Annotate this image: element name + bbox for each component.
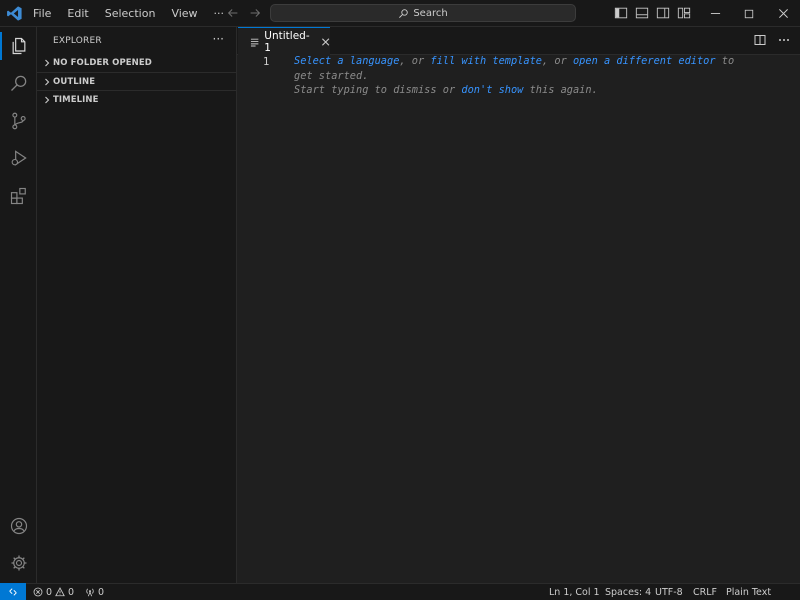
error-count: 0 [46, 586, 53, 598]
empty-editor-hint: Select a language, or fill with template… [294, 54, 764, 98]
remote-icon [9, 587, 17, 596]
error-icon [33, 587, 43, 597]
ports-count: 0 [98, 586, 105, 598]
section-label: TIMELINE [53, 94, 99, 105]
section-timeline[interactable]: TIMELINE [37, 90, 236, 108]
chevron-right-icon [45, 59, 50, 67]
source-control-icon [11, 112, 26, 130]
indentation-text: Spaces: 4 [605, 586, 652, 598]
window-controls [698, 0, 800, 27]
menu-view[interactable]: View [163, 0, 205, 27]
fill-with-template-link[interactable]: fill with template [430, 55, 542, 67]
section-label: OUTLINE [53, 76, 96, 87]
navigation-arrows [226, 6, 262, 20]
eol-text: CRLF [693, 586, 717, 598]
activity-bar [0, 27, 37, 583]
encoding-text: UTF-8 [655, 586, 683, 598]
chevron-right-icon [45, 96, 50, 103]
minimize-icon [710, 13, 720, 14]
maximize-button[interactable] [732, 0, 766, 27]
close-button[interactable] [766, 0, 800, 27]
split-editor-icon[interactable] [754, 34, 766, 46]
vscode-logo-icon[interactable] [6, 5, 23, 22]
language-mode-text: Plain Text [726, 586, 772, 598]
toggle-secondary-sidebar-icon[interactable] [656, 6, 670, 20]
hint-text: this again. [523, 84, 598, 96]
language-mode-status[interactable]: Plain Text [726, 584, 771, 600]
editor-area: Untitled-1 1 Select a language, or fill … [237, 27, 800, 583]
encoding-status[interactable]: UTF-8 [655, 584, 683, 600]
activity-search[interactable] [0, 65, 37, 101]
editor-tabs: Untitled-1 [237, 27, 800, 55]
hint-text: to [715, 55, 735, 67]
line-number: 1 [263, 56, 270, 68]
title-bar: File Edit Selection View ··· Search [0, 0, 800, 27]
indentation-status[interactable]: Spaces: 4 [605, 584, 651, 600]
editor-actions [754, 34, 790, 46]
close-icon[interactable] [321, 37, 330, 47]
activity-run-debug[interactable] [0, 140, 37, 176]
activity-source-control[interactable] [0, 103, 37, 139]
ports-status[interactable]: 0 [85, 584, 104, 600]
hint-text: , or [399, 55, 431, 67]
vscode-window: File Edit Selection View ··· Search EXPL… [0, 0, 800, 600]
back-arrow-icon[interactable] [226, 6, 240, 20]
problems-status[interactable]: 0 0 [33, 584, 74, 600]
minimize-button[interactable] [698, 0, 732, 27]
layout-controls [614, 6, 691, 20]
cursor-position-text: Ln 1, Col 1 [549, 586, 600, 598]
run-debug-icon [11, 150, 27, 166]
files-icon [12, 37, 25, 55]
menu-file[interactable]: File [33, 0, 59, 27]
warning-icon [55, 587, 65, 597]
cursor-position[interactable]: Ln 1, Col 1 [549, 584, 600, 600]
hint-text: Start typing to dismiss or [294, 84, 462, 96]
gear-icon [11, 555, 26, 571]
activity-accounts[interactable] [0, 508, 37, 544]
account-icon [10, 517, 27, 535]
plain-text-file-icon [250, 38, 259, 46]
status-bar: 0 0 0 Ln 1, Col 1 Spaces: 4 UTF-8 CRLF P… [0, 583, 800, 600]
chevron-right-icon [45, 78, 50, 85]
extensions-icon [10, 187, 26, 205]
search-label: Search [413, 7, 448, 19]
menu-selection[interactable]: Selection [97, 0, 164, 27]
search-icon [10, 75, 26, 91]
customize-layout-icon[interactable] [677, 6, 691, 20]
activity-explorer[interactable] [0, 28, 37, 64]
forward-arrow-icon[interactable] [248, 6, 262, 20]
toggle-panel-icon[interactable] [635, 6, 649, 20]
section-no-folder-opened[interactable]: NO FOLDER OPENED [37, 54, 236, 72]
hint-text: , or [541, 55, 573, 67]
sidebar-title: EXPLORER [53, 36, 102, 46]
explorer-sidebar: EXPLORER ··· NO FOLDER OPENED OUTLINE TI… [37, 27, 237, 583]
eol-status[interactable]: CRLF [693, 584, 717, 600]
more-actions-icon[interactable] [778, 34, 790, 46]
menu-bar: File Edit Selection View ··· [33, 0, 232, 27]
section-label: NO FOLDER OPENED [53, 58, 152, 68]
warning-count: 0 [68, 586, 75, 598]
tab-label: Untitled-1 [264, 29, 310, 54]
activity-manage[interactable] [0, 545, 37, 581]
broadcast-icon [86, 588, 94, 597]
open-different-editor-link[interactable]: open a different editor [573, 55, 716, 67]
maximize-icon [744, 9, 754, 18]
section-outline[interactable]: OUTLINE [37, 72, 236, 90]
menu-edit[interactable]: Edit [59, 0, 96, 27]
select-language-link[interactable]: Select a language [294, 55, 399, 67]
dont-show-again-link[interactable]: don't show [461, 84, 523, 96]
sidebar-more-actions[interactable]: ··· [213, 32, 224, 46]
hint-text: get started. [294, 69, 369, 82]
command-center-search[interactable]: Search [270, 4, 576, 22]
activity-extensions[interactable] [0, 178, 37, 214]
toggle-primary-sidebar-icon[interactable] [614, 6, 628, 20]
tab-untitled-1[interactable]: Untitled-1 [238, 27, 330, 55]
remote-indicator-button[interactable] [0, 583, 26, 600]
search-icon [399, 8, 409, 18]
close-icon [778, 9, 788, 18]
